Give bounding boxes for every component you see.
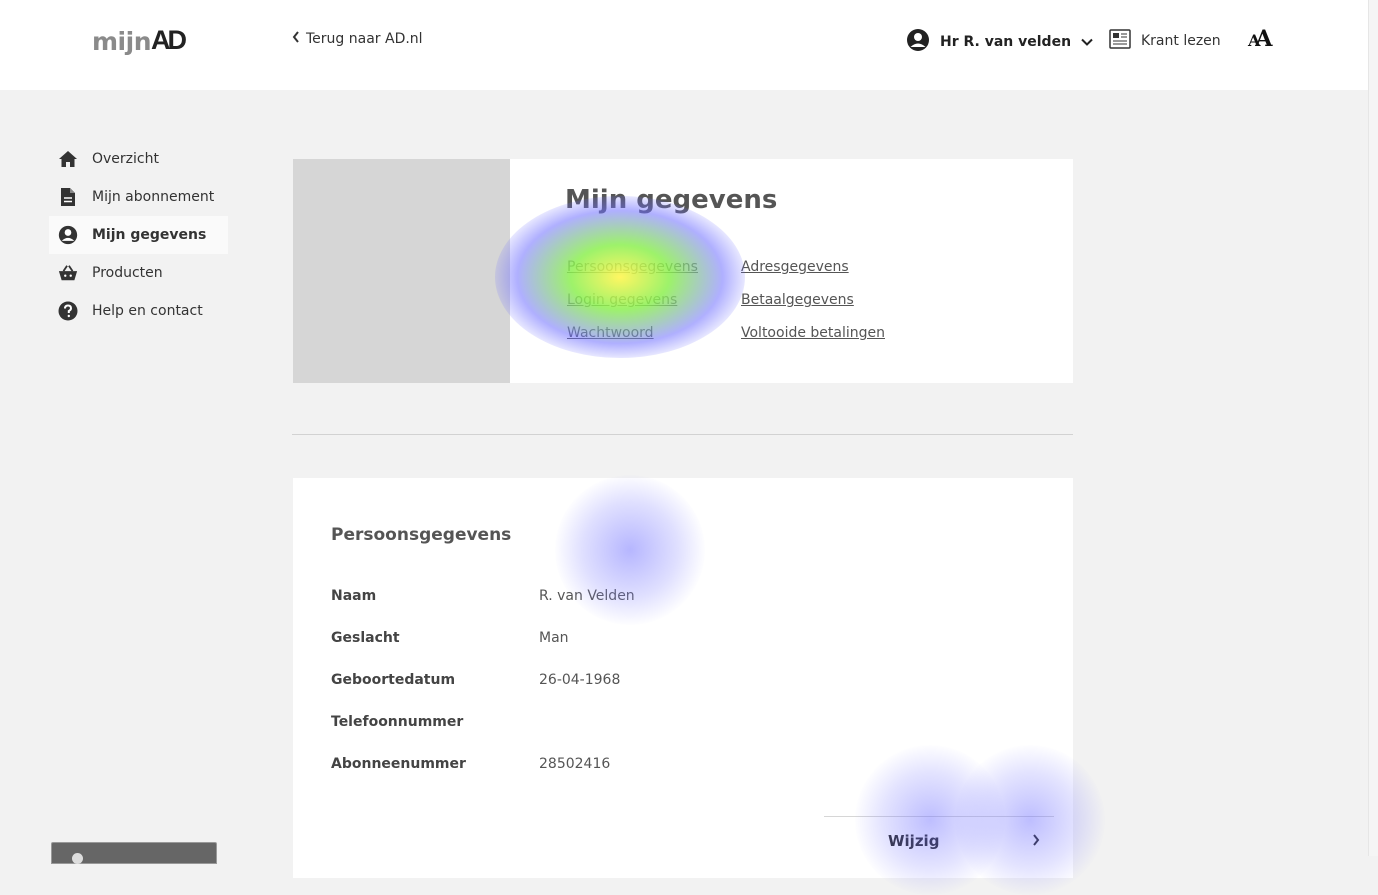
- sidebar-item-mijn-gegevens[interactable]: Mijn gegevens: [49, 216, 228, 254]
- persoonsgegevens-card: Persoonsgegevens Naam R. van Velden Gesl…: [293, 478, 1073, 878]
- sidebar-item-mijn-abonnement[interactable]: Mijn abonnement: [49, 178, 228, 216]
- edit-divider: [824, 816, 1054, 817]
- scrollbar[interactable]: [1368, 0, 1378, 856]
- chevron-down-icon: [1081, 34, 1093, 50]
- logo-ad-text: AD: [151, 25, 187, 55]
- chevron-left-icon: [292, 31, 300, 47]
- link-adresgegevens[interactable]: Adresgegevens: [741, 258, 941, 277]
- details-list: Naam R. van Velden Geslacht Man Geboorte…: [331, 588, 635, 798]
- detail-row-telefoonnummer: Telefoonnummer: [331, 714, 635, 756]
- sidebar-item-producten[interactable]: Producten: [49, 254, 228, 292]
- top-bar: mijn AD Terug naar AD.nl Hr R. van velde…: [0, 0, 1368, 90]
- newspaper-icon: [1109, 29, 1131, 53]
- detail-row-naam: Naam R. van Velden: [331, 588, 635, 630]
- link-login-gegevens[interactable]: Login gegevens: [567, 291, 741, 310]
- sidebar-item-label: Overzicht: [92, 151, 159, 167]
- back-link-label: Terug naar AD.nl: [306, 31, 423, 47]
- chevron-right-icon: [1032, 832, 1040, 850]
- logo-mijn-text: mijn: [92, 27, 152, 56]
- detail-label: Abonneenummer: [331, 756, 466, 772]
- font-size-large-a: A: [1255, 26, 1273, 52]
- detail-value: Man: [539, 630, 569, 646]
- detail-label: Geslacht: [331, 630, 400, 646]
- link-wachtwoord[interactable]: Wachtwoord: [567, 324, 741, 343]
- detail-label: Geboortedatum: [331, 672, 456, 688]
- page-title: Mijn gegevens: [565, 185, 778, 215]
- detail-value: R. van Velden: [539, 588, 635, 604]
- detail-row-abonneenummer: Abonneenummer 28502416: [331, 756, 635, 798]
- sidebar-item-help-en-contact[interactable]: Help en contact: [49, 292, 228, 330]
- user-circle-icon: [58, 225, 78, 245]
- home-icon: [58, 150, 78, 168]
- section-divider: [292, 434, 1073, 435]
- sidebar-item-label: Help en contact: [92, 303, 203, 319]
- image-placeholder: [293, 159, 510, 383]
- link-betaalgegevens[interactable]: Betaalgegevens: [741, 291, 941, 310]
- sidebar-item-overzicht[interactable]: Overzicht: [49, 140, 228, 178]
- detail-row-geboortedatum: Geboortedatum 26-04-1968: [331, 672, 635, 714]
- link-voltooide-betalingen[interactable]: Voltooide betalingen: [741, 324, 941, 343]
- wijzig-button[interactable]: Wijzig: [888, 832, 1040, 850]
- chat-icon: [72, 853, 83, 864]
- mijn-ad-logo[interactable]: mijn AD: [92, 22, 187, 56]
- sidebar-item-label: Mijn gegevens: [92, 227, 207, 243]
- basket-icon: [58, 264, 78, 282]
- detail-label: Naam: [331, 588, 377, 604]
- detail-label: Telefoonnummer: [331, 714, 464, 730]
- mijn-gegevens-card: Mijn gegevens Persoonsgegevens Adresgege…: [293, 159, 1073, 383]
- section-links: Persoonsgegevens Adresgegevens Login geg…: [567, 258, 941, 343]
- sidebar-item-label: Mijn abonnement: [92, 189, 215, 205]
- font-size-toggle[interactable]: AA: [1248, 26, 1273, 52]
- document-icon: [58, 187, 78, 207]
- detail-value: 26-04-1968: [539, 672, 621, 688]
- user-name: Hr R. van velden: [940, 34, 1072, 50]
- user-menu[interactable]: Hr R. van velden: [906, 28, 1093, 56]
- sidebar-item-label: Producten: [92, 265, 163, 281]
- back-to-ad-link[interactable]: Terug naar AD.nl: [292, 31, 423, 47]
- detail-value: 28502416: [539, 756, 611, 772]
- detail-row-geslacht: Geslacht Man: [331, 630, 635, 672]
- krant-lezen-label: Krant lezen: [1141, 33, 1221, 49]
- link-persoonsgegevens[interactable]: Persoonsgegevens: [567, 258, 741, 277]
- chat-widget-tab[interactable]: [51, 842, 217, 864]
- sidebar-nav: Overzicht Mijn abonnement Mijn gegevens …: [49, 140, 228, 330]
- wijzig-label: Wijzig: [888, 832, 940, 850]
- user-circle-icon: [906, 28, 930, 56]
- section-title: Persoonsgegevens: [331, 525, 512, 545]
- krant-lezen-link[interactable]: Krant lezen: [1109, 29, 1221, 53]
- question-circle-icon: [58, 301, 78, 321]
